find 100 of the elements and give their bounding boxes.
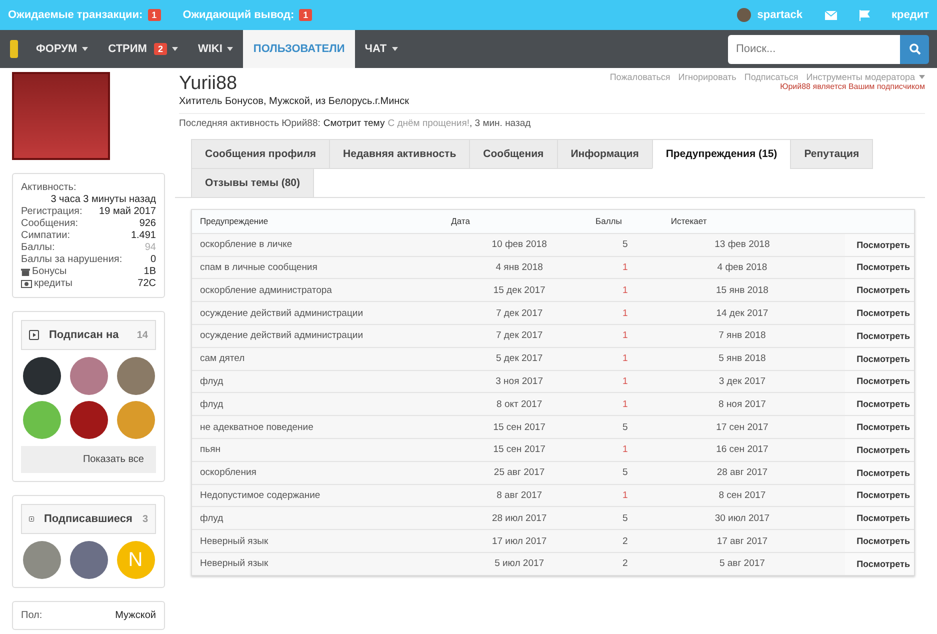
stat-value: 19 май 2017 xyxy=(99,206,156,217)
search-button[interactable] xyxy=(900,34,929,64)
date-cell-text: 5 дек 2017 xyxy=(494,353,544,364)
column-header: Баллы xyxy=(594,216,623,226)
stat-label: Активность: xyxy=(21,182,76,193)
warning-cell-text: флуд xyxy=(199,398,224,410)
expires-cell-text: 28 авг 2017 xyxy=(716,467,769,478)
logo-icon xyxy=(10,40,18,58)
warning-cell-text: оскорбления xyxy=(199,467,258,478)
stat-label: Баллы: xyxy=(21,242,55,253)
warning-cell-text: не адекватное поведение xyxy=(199,422,314,433)
warning-cell-text: пьян xyxy=(199,444,222,456)
expires-cell-text: 7 янв 2018 xyxy=(718,330,767,342)
count-badge: 2 xyxy=(154,43,167,55)
points-cell-text: 1 xyxy=(622,284,629,296)
date-cell-text: 15 сен 2017 xyxy=(492,422,546,433)
points-cell-text: 1 xyxy=(622,308,629,319)
profile-tab[interactable]: Недавняя активность xyxy=(329,139,470,169)
profile-tab[interactable]: Сообщения профиля xyxy=(191,139,330,169)
stat-label: Сообщения: xyxy=(21,218,78,229)
stat-value: 72C xyxy=(138,278,156,289)
warning-cell-text: Неверный язык xyxy=(199,558,270,570)
show-all-button[interactable]: Показать все xyxy=(21,446,156,473)
date-cell-text: 8 окт 2017 xyxy=(496,398,544,410)
info-label: Пол: xyxy=(21,610,42,621)
warning-cell-text: осуждение действий администрации xyxy=(199,330,364,342)
expires-cell-text: 13 фев 2018 xyxy=(714,239,771,250)
expires-cell-text: 8 сен 2017 xyxy=(718,490,767,501)
count-badge: 1 xyxy=(148,9,161,21)
stat-value: 1B xyxy=(144,266,156,277)
points-cell-text: 5 xyxy=(622,422,629,433)
points-cell-text: 1 xyxy=(622,444,629,456)
count-badge: 1 xyxy=(299,9,312,21)
expires-cell-text: 5 янв 2018 xyxy=(718,353,767,364)
warning-cell-text: флуд xyxy=(199,512,224,524)
followers-count: 3 xyxy=(142,514,148,524)
user-avatar[interactable] xyxy=(737,8,752,22)
warning-cell-text: Неверный язык xyxy=(199,536,270,547)
profile-tab[interactable]: Репутация xyxy=(790,139,874,169)
date-cell-text: 4 янв 2018 xyxy=(494,262,544,273)
profile-subtitle: Хититель Бонусов, Мужской, из Белорусь.г.Минск xyxy=(179,96,410,107)
date-cell-text: 25 авг 2017 xyxy=(492,467,546,478)
column-header: Истекает xyxy=(670,216,708,226)
expires-cell-text: 4 фев 2018 xyxy=(716,262,768,273)
stat-label: Симпатии: xyxy=(21,230,70,241)
following-count: 14 xyxy=(136,330,148,340)
followers-title: Подписавшиеся xyxy=(44,513,132,525)
date-cell-text: 8 авг 2017 xyxy=(496,490,544,501)
stat-value: 1.491 xyxy=(130,230,156,241)
warning-cell-text: оскорбление администратора xyxy=(199,284,333,296)
play-icon xyxy=(29,514,34,524)
date-cell-text: 17 июл 2017 xyxy=(490,536,548,547)
points-cell-text: 5 xyxy=(622,239,629,250)
points-cell-text: 2 xyxy=(622,558,629,570)
profile-tab[interactable]: Отзывы темы (80) xyxy=(191,168,314,198)
date-cell-text: 3 ноя 2017 xyxy=(494,376,544,387)
activity-time: , 3 мин. назад xyxy=(470,118,531,129)
warning-cell-text: осуждение действий администрации xyxy=(199,308,364,319)
stat-value: 94 xyxy=(144,242,156,253)
warning-cell-text: оскорбление в личке xyxy=(199,239,294,250)
points-cell-text: 1 xyxy=(622,330,629,342)
profile-name: Yurii88 xyxy=(179,72,238,96)
warning-cell-text: сам дятел xyxy=(199,353,246,364)
expires-cell-text: 17 авг 2017 xyxy=(716,536,769,547)
expires-cell-text: 5 авг 2017 xyxy=(718,558,766,570)
stat-label: Регистрация: xyxy=(21,206,82,217)
stat-label: Бонусы xyxy=(21,266,67,277)
nav-tab[interactable]: WIKI xyxy=(188,30,244,68)
profile-tab[interactable]: Сообщения xyxy=(469,139,558,169)
warning-cell-text: Недопустимое содержание xyxy=(199,490,322,501)
profile-tab[interactable]: Информация xyxy=(556,139,653,169)
nav-tab[interactable]: СТРИМ 2 xyxy=(98,30,188,68)
stat-label: Баллы за нарушения: xyxy=(21,254,122,265)
info-value: Мужской xyxy=(115,610,156,621)
expires-cell-text: 14 дек 2017 xyxy=(715,308,770,319)
date-cell-text: 15 дек 2017 xyxy=(492,284,546,296)
nav-tab[interactable]: ЧАТ xyxy=(354,30,408,68)
date-cell-text: 7 дек 2017 xyxy=(494,330,544,342)
expires-cell-text: 15 янв 2018 xyxy=(714,284,770,296)
column-header: Дата xyxy=(450,216,471,226)
stat-value: 0 xyxy=(150,254,156,265)
date-cell-text: 28 июл 2017 xyxy=(490,512,548,524)
points-cell-text: 5 xyxy=(622,467,629,478)
expires-cell-text: 8 ноя 2017 xyxy=(718,398,767,410)
stat-value: 3 часа 3 минуты назад xyxy=(50,194,156,205)
avatar-placeholder[interactable] xyxy=(22,357,60,395)
warning-cell-text: флуд xyxy=(199,376,224,387)
date-cell-text: 5 июл 2017 xyxy=(494,558,546,570)
search-field[interactable]: Поиск... xyxy=(728,34,900,64)
flag-icon xyxy=(858,10,870,20)
points-cell-text: 2 xyxy=(622,536,629,547)
points-cell-text: 1 xyxy=(622,490,629,501)
profile-tab[interactable]: Предупреждения (15) xyxy=(652,139,792,169)
points-cell-text: 1 xyxy=(622,398,629,410)
following-title: Подписан на xyxy=(49,329,119,341)
avatar-placeholder[interactable] xyxy=(70,401,108,439)
nav-tab[interactable]: ФОРУМ xyxy=(26,30,98,68)
mail-icon xyxy=(824,10,837,20)
play-icon xyxy=(29,330,39,340)
points-cell-text: 1 xyxy=(622,262,629,273)
